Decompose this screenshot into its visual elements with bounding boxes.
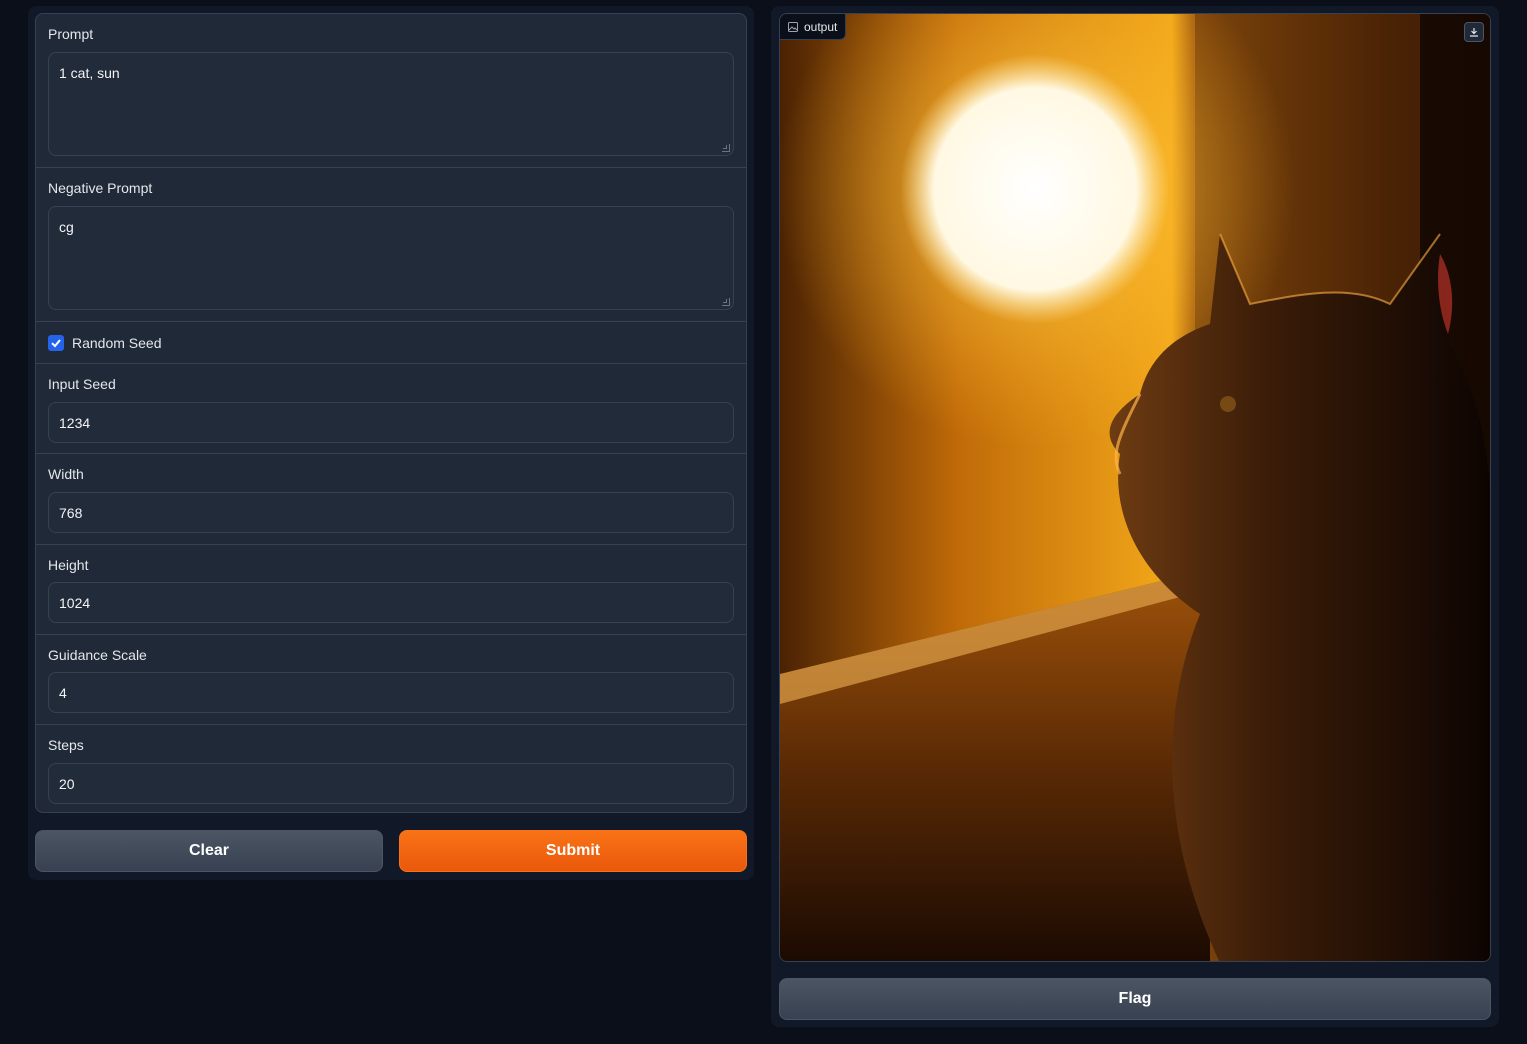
generated-image	[780, 14, 1490, 961]
width-field[interactable]: 768	[48, 492, 734, 533]
negative-prompt-value: cg	[59, 219, 74, 235]
guidance-scale-block: Guidance Scale 4	[36, 635, 746, 725]
guidance-scale-label: Guidance Scale	[48, 647, 147, 663]
resize-handle-icon[interactable]	[722, 298, 730, 306]
check-icon	[51, 339, 61, 348]
input-seed-field[interactable]: 1234	[48, 402, 734, 443]
width-block: Width 768	[36, 454, 746, 545]
negative-prompt-label: Negative Prompt	[48, 180, 153, 196]
input-panel: Prompt 1 cat, sun Negative Prompt cg Ran…	[28, 6, 754, 880]
width-label: Width	[48, 466, 84, 482]
output-label-tab: output	[780, 14, 847, 40]
input-seed-value: 1234	[59, 414, 91, 431]
height-label: Height	[48, 557, 89, 573]
guidance-scale-field[interactable]: 4	[48, 672, 734, 713]
submit-button[interactable]: Submit	[399, 830, 747, 872]
random-seed-checkbox[interactable]	[48, 335, 64, 351]
prompt-label: Prompt	[48, 26, 94, 42]
resize-handle-icon[interactable]	[722, 144, 730, 152]
form-box: Prompt 1 cat, sun Negative Prompt cg Ran…	[35, 13, 747, 813]
width-value: 768	[59, 504, 83, 521]
download-icon	[1470, 28, 1478, 37]
steps-block: Steps 20	[36, 725, 746, 812]
output-panel: output Flag	[771, 6, 1499, 1027]
prompt-textarea[interactable]: 1 cat, sun	[48, 52, 734, 156]
height-field[interactable]: 1024	[48, 582, 734, 623]
negative-prompt-block: Negative Prompt cg	[36, 168, 746, 322]
image-icon	[788, 21, 798, 32]
input-seed-block: Input Seed 1234	[36, 364, 746, 454]
prompt-block: Prompt 1 cat, sun	[36, 14, 746, 168]
negative-prompt-textarea[interactable]: cg	[48, 206, 734, 310]
output-image-box: output	[779, 13, 1491, 962]
random-seed-label[interactable]: Random Seed	[72, 335, 162, 351]
flag-button[interactable]: Flag	[779, 978, 1491, 1020]
steps-value: 20	[59, 775, 75, 792]
random-seed-block: Random Seed	[36, 322, 746, 364]
prompt-value: 1 cat, sun	[59, 65, 120, 81]
height-block: Height 1024	[36, 545, 746, 635]
steps-label: Steps	[48, 737, 84, 753]
height-value: 1024	[59, 594, 91, 611]
steps-field[interactable]: 20	[48, 763, 734, 804]
input-seed-label: Input Seed	[48, 376, 116, 392]
guidance-scale-value: 4	[59, 684, 67, 701]
download-button[interactable]	[1464, 22, 1484, 42]
output-label: output	[804, 19, 838, 34]
clear-button[interactable]: Clear	[35, 830, 383, 872]
